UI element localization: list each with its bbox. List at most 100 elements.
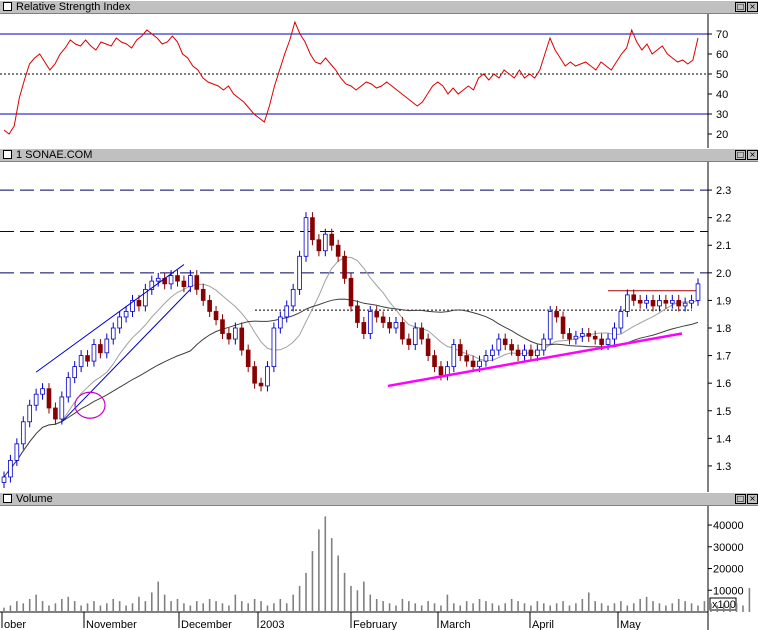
pane-menu-icon[interactable]: [3, 150, 12, 159]
y-tick-label: 40000: [713, 520, 744, 532]
candle-body: [657, 300, 662, 307]
close-icon[interactable]: ×: [747, 494, 758, 504]
candle-body: [226, 333, 232, 340]
y-tick-label: 1.9: [716, 295, 731, 307]
y-tick-label: 2.1: [716, 240, 731, 252]
candle-body: [78, 355, 84, 368]
candle-body: [412, 327, 418, 345]
y-tick-label: 30: [716, 109, 728, 121]
candle-body: [329, 233, 335, 246]
candle-body: [483, 355, 489, 362]
candle-body: [271, 327, 277, 368]
candle-body: [496, 338, 502, 351]
candle-body: [1, 476, 7, 483]
maximize-icon[interactable]: □: [735, 150, 746, 160]
y-tick-label: 20000: [713, 564, 744, 576]
candle-body: [117, 316, 122, 329]
candle-body: [605, 338, 611, 345]
candle-body: [438, 366, 444, 376]
candle-body: [194, 275, 200, 290]
month-label: December: [181, 619, 232, 630]
candle-body: [98, 344, 103, 354]
pane-menu-icon[interactable]: [3, 2, 12, 11]
candle-body: [168, 275, 174, 285]
month-label: November: [86, 619, 137, 630]
candle-body: [316, 239, 322, 252]
y-tick-label: 30000: [713, 542, 744, 554]
price-titlebar: 1 SONAE.COM □ ×: [0, 148, 758, 162]
candle-body: [20, 421, 26, 445]
month-label: March: [440, 619, 471, 630]
candle-body: [342, 255, 347, 279]
candle-body: [425, 338, 431, 356]
candle-body: [515, 349, 521, 356]
rsi-title: Relative Strength Index: [16, 1, 131, 13]
candle-body: [258, 382, 264, 387]
y-tick-label: 1.7: [716, 351, 731, 363]
candle-body: [464, 355, 469, 362]
moving-average-long: [3, 298, 699, 478]
candle-body: [123, 311, 129, 318]
candle-body: [663, 300, 669, 304]
rsi-pane: Relative Strength Index □ × 20 30 40 50 60 70: [0, 0, 758, 148]
maximize-icon[interactable]: □: [735, 2, 746, 12]
month-label: 2003: [260, 619, 284, 630]
candle-body: [432, 355, 437, 368]
candle-body: [470, 360, 476, 368]
month-label: May: [620, 619, 641, 630]
price-chart: 1.3 1.4 1.5 1.6 1.7 1.8 1.9 2.0 2.1 2.2 2.3: [0, 162, 731, 492]
candle-body: [374, 311, 380, 318]
candle-body: [445, 366, 450, 376]
candle-body: [599, 338, 604, 345]
candle-body: [554, 311, 559, 318]
pane-menu-icon[interactable]: [3, 494, 12, 503]
candle-body: [220, 319, 225, 334]
close-icon[interactable]: ×: [747, 150, 758, 160]
candle-body: [14, 443, 20, 461]
y-tick-label: 1.8: [716, 323, 731, 335]
candle-body: [573, 335, 579, 340]
candle-body: [233, 327, 238, 340]
candle-body: [245, 349, 251, 368]
candle-body: [8, 460, 13, 478]
candle-body: [322, 233, 328, 252]
candle-body: [669, 300, 675, 304]
candle-body: [175, 275, 180, 282]
candle-body: [213, 311, 219, 321]
volume-chart: 10000200003000040000x100oberNovemberDece…: [0, 506, 751, 630]
candle-body: [682, 302, 688, 307]
candle-body: [586, 333, 592, 337]
month-label: February: [353, 619, 398, 630]
y-tick-label: 1.4: [716, 433, 731, 445]
price-title: 1 SONAE.COM: [16, 149, 93, 161]
candle-body: [625, 294, 630, 312]
candle-body: [612, 327, 617, 340]
candle-body: [207, 300, 212, 312]
candle-body: [310, 217, 315, 241]
candle-body: [387, 322, 392, 329]
candle-body: [335, 244, 341, 257]
y-tick-label: 1.5: [716, 406, 731, 418]
candle-body: [477, 360, 482, 368]
candle-body: [104, 338, 110, 354]
candle-body: [676, 300, 682, 307]
y-tick-label: 50: [716, 69, 728, 81]
candle-body: [567, 333, 572, 340]
candle-body: [522, 349, 527, 356]
candle-body: [188, 275, 193, 288]
candle-body: [637, 300, 643, 304]
candle-body: [155, 277, 161, 282]
candle-body: [644, 300, 649, 304]
close-icon[interactable]: ×: [747, 2, 758, 12]
y-tick-label: 1.3: [716, 461, 731, 473]
candle-body: [348, 277, 354, 307]
candle-body: [252, 366, 257, 384]
candle-body: [380, 316, 386, 323]
candle-body: [400, 322, 405, 340]
candle-body: [560, 316, 566, 334]
candle-body: [53, 407, 58, 420]
candle-body: [27, 404, 33, 423]
y-tick-label: 60: [716, 49, 728, 61]
candle-body: [303, 217, 309, 257]
maximize-icon[interactable]: □: [735, 494, 746, 504]
